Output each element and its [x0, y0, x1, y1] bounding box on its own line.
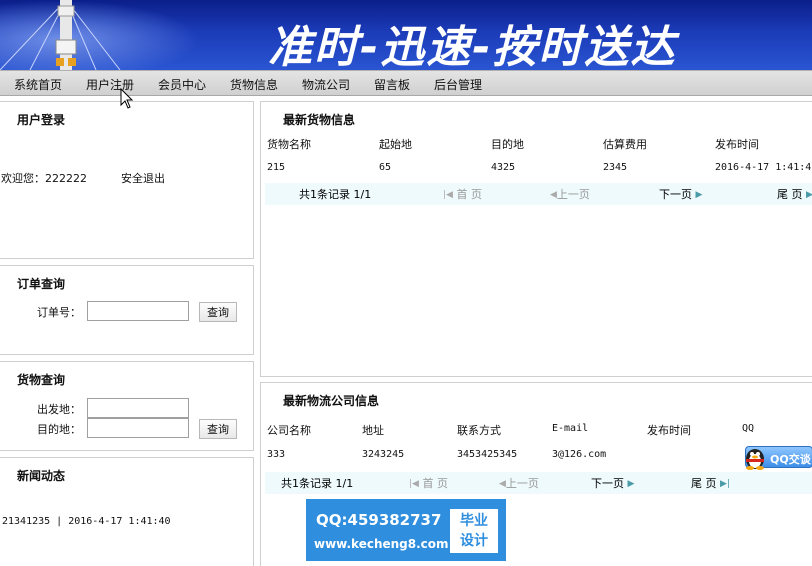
last-page-icon: ▶| [720, 479, 730, 489]
company-cell-contact: 3453425345 [457, 449, 518, 460]
company-header-time: 发布时间 [647, 424, 691, 437]
company-pager-prev[interactable]: ◀上一页 [499, 475, 539, 491]
nav-member-center[interactable]: 会员中心 [158, 76, 206, 93]
cargo-cell-time: 2016-4-17 1:41:40 [715, 162, 812, 173]
from-label: 出发地： [37, 403, 81, 416]
company-header-name: 公司名称 [267, 424, 311, 437]
cargo-pager: 共1条记录 1/1 |◀ 首 页 ◀上一页 下一页 ▶ 尾 页 ▶| [265, 183, 812, 205]
company-info-title: 最新物流公司信息 [283, 394, 380, 408]
cargo-header-destination: 目的地 [491, 138, 524, 151]
login-panel: 用户登录 欢迎您：222222 安全退出 [0, 101, 254, 259]
company-cell-email: 3@126.com [552, 449, 607, 460]
company-header-qq: QQ [742, 423, 755, 434]
cargo-header-origin: 起始地 [379, 138, 412, 151]
watermark-tag: 毕业 设计 [450, 509, 498, 553]
prev-page-icon: ◀ [550, 190, 557, 200]
cargo-pager-summary: 共1条记录 1/1 [299, 188, 372, 201]
company-pager-last[interactable]: 尾 页 ▶| [691, 475, 730, 491]
news-item[interactable]: 21341235 | 2016-4-17 1:41:40 [2, 516, 171, 527]
cargo-query-panel: 货物查询 出发地： 目的地： 查询 [0, 361, 254, 451]
watermark-qq: QQ:459382737 [316, 511, 442, 529]
radio-tower-icon [0, 0, 121, 70]
nav-admin[interactable]: 后台管理 [434, 76, 482, 93]
last-page-icon: ▶| [806, 190, 812, 200]
company-cell-address: 3243245 [362, 449, 405, 460]
qq-penguin-icon [746, 449, 764, 470]
company-header-address: 地址 [362, 424, 384, 437]
first-page-icon: |◀ [409, 479, 419, 489]
company-pager: 共1条记录 1/1 |◀ 首 页 ◀上一页 下一页 ▶ 尾 页 ▶| [265, 472, 812, 494]
company-header-contact: 联系方式 [457, 424, 501, 437]
news-panel: 新闻动态 21341235 | 2016-4-17 1:41:40 [0, 457, 254, 566]
site-banner: 准时-迅速-按时送达 [0, 0, 812, 70]
order-number-label: 订单号： [37, 306, 81, 319]
mouse-cursor-icon [120, 88, 134, 109]
qq-chat-button[interactable]: QQ交谈 [745, 446, 812, 470]
cargo-cell-name: 215 [267, 162, 286, 173]
order-query-panel: 订单查询 订单号： 查询 [0, 265, 254, 355]
logout-link[interactable]: 安全退出 [121, 170, 165, 186]
nav-logistics-company[interactable]: 物流公司 [302, 76, 350, 93]
login-title: 用户登录 [17, 113, 66, 127]
nav-home[interactable]: 系统首页 [14, 76, 62, 93]
order-query-title: 订单查询 [17, 277, 66, 291]
news-title: 新闻动态 [17, 469, 66, 483]
cargo-query-button[interactable]: 查询 [199, 419, 237, 439]
watermark-tag-line1: 毕业 [460, 513, 488, 529]
cargo-info-title: 最新货物信息 [283, 113, 356, 127]
company-pager-summary: 共1条记录 1/1 [281, 477, 354, 490]
to-label: 目的地： [37, 423, 81, 436]
company-header-email: E-mail [552, 423, 589, 434]
first-page-icon: |◀ [443, 190, 453, 200]
cargo-header-cost: 估算费用 [603, 138, 647, 151]
company-cell-name: 333 [267, 449, 286, 460]
company-pager-first[interactable]: |◀ 首 页 [409, 475, 448, 491]
cargo-pager-prev[interactable]: ◀上一页 [550, 186, 590, 202]
kecheng-watermark: QQ:459382737 www.kecheng8.com 毕业 设计 [306, 499, 506, 561]
welcome-text: 欢迎您：222222 [1, 172, 87, 185]
cargo-pager-last[interactable]: 尾 页 ▶| [777, 186, 812, 202]
cargo-cell-destination: 4325 [491, 162, 516, 173]
nav-message-board[interactable]: 留言板 [374, 76, 410, 93]
from-input[interactable] [87, 398, 189, 418]
prev-page-icon: ◀ [499, 479, 506, 489]
watermark-tag-line2: 设计 [460, 533, 488, 549]
order-number-input[interactable] [87, 301, 189, 321]
cargo-cell-cost: 2345 [603, 162, 628, 173]
nav-cargo-info[interactable]: 货物信息 [230, 76, 278, 93]
cargo-header-name: 货物名称 [267, 138, 311, 151]
watermark-url: www.kecheng8.com [314, 537, 449, 551]
cargo-query-title: 货物查询 [17, 373, 66, 387]
order-query-button[interactable]: 查询 [199, 302, 237, 322]
next-page-icon: ▶ [627, 479, 635, 489]
qq-chat-label: QQ交谈 [770, 453, 811, 466]
cargo-cell-origin: 65 [379, 162, 392, 173]
cargo-pager-first[interactable]: |◀ 首 页 [443, 186, 482, 202]
banner-slogan: 准时-迅速-按时送达 [268, 22, 677, 70]
cargo-info-panel: 最新货物信息 货物名称 起始地 目的地 估算费用 发布时间 215 65 432… [260, 101, 812, 377]
next-page-icon: ▶ [695, 190, 703, 200]
company-pager-next[interactable]: 下一页 ▶ [591, 475, 634, 491]
cargo-header-time: 发布时间 [715, 138, 759, 151]
cargo-pager-next[interactable]: 下一页 ▶ [659, 186, 702, 202]
to-input[interactable] [87, 418, 189, 438]
